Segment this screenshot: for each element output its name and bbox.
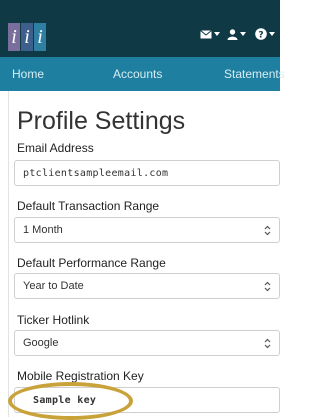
performance-range-label: Default Performance Range [17,256,166,270]
highlight-circle [8,382,133,420]
help-menu[interactable]: ? [255,27,275,41]
logo-letter: i [24,26,30,48]
select-arrows-icon [264,281,271,292]
email-label: Email Address [17,141,94,155]
logo-letter: i [11,26,17,48]
mail-icon [200,29,212,38]
nav-statements[interactable]: Statements [224,67,285,81]
mobile-key-label: Mobile Registration Key [17,369,144,383]
help-icon: ? [255,28,267,40]
select-arrows-icon [264,225,271,236]
logo-tile-2: i [21,23,33,51]
nav-home[interactable]: Home [12,67,44,81]
mail-menu[interactable] [200,27,220,41]
transaction-range-label: Default Transaction Range [17,199,160,213]
user-menu[interactable] [227,27,246,41]
nav-accounts[interactable]: Accounts [113,67,162,81]
performance-range-value: Year to Date [23,280,84,292]
chevron-down-icon [214,32,220,36]
chevron-down-icon [240,32,246,36]
user-icon [227,28,238,40]
logo-tile-1: i [8,23,20,51]
email-value: ptclientsampleemail.com [23,168,169,179]
logo-letter: i [37,26,43,48]
transaction-range-select[interactable]: 1 Month [14,217,280,243]
top-header: i i i ? [0,0,280,57]
divider [8,91,9,417]
page-title: Profile Settings [17,107,186,135]
svg-text:?: ? [258,31,263,41]
ticker-hotlink-label: Ticker Hotlink [17,313,90,327]
chevron-down-icon [269,32,275,36]
select-arrows-icon [264,338,271,349]
main-nav: Home Accounts Statements [0,57,285,91]
performance-range-select[interactable]: Year to Date [14,273,280,299]
logo[interactable]: i i i [8,23,47,51]
ticker-hotlink-select[interactable]: Google [14,330,280,356]
transaction-range-value: 1 Month [23,224,63,236]
ticker-hotlink-value: Google [23,337,59,349]
logo-tile-3: i [34,23,46,51]
email-field[interactable]: ptclientsampleemail.com [14,160,280,186]
